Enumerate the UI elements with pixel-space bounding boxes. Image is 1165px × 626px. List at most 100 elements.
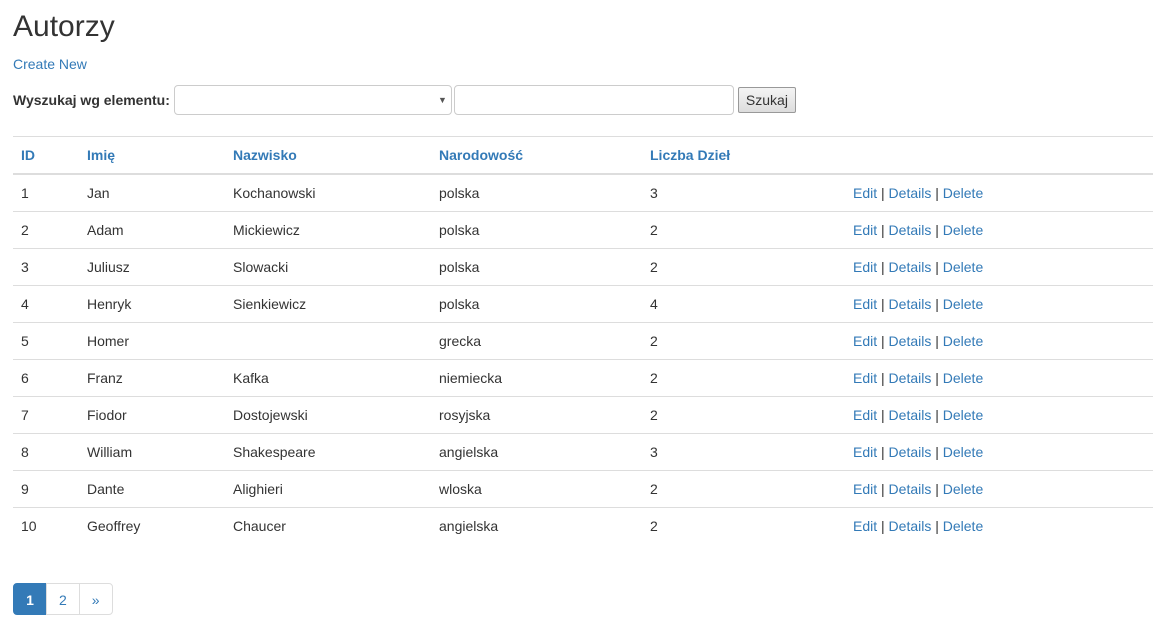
separator: | [881, 185, 885, 201]
delete-link[interactable]: Delete [943, 444, 983, 460]
details-link[interactable]: Details [889, 185, 932, 201]
table-row: 8 William Shakespeare angielska 3 Edit | Deta… [13, 433, 1153, 471]
delete-link[interactable]: Delete [943, 333, 983, 349]
delete-link[interactable]: Delete [943, 222, 983, 238]
table-row: 3 Juliusz Slowacki polska 2 Edit | Details | … [13, 248, 1153, 286]
cell-id: 5 [13, 322, 79, 360]
separator: | [935, 370, 939, 386]
delete-link[interactable]: Delete [943, 259, 983, 275]
delete-link[interactable]: Delete [943, 481, 983, 497]
edit-link[interactable]: Edit [853, 333, 877, 349]
cell-actions: Edit | Details | Delete [845, 470, 1153, 508]
sort-link-first-name[interactable]: Imię [87, 147, 115, 163]
next-page-link[interactable]: » [78, 583, 113, 615]
table-row: 10 Geoffrey Chaucer angielska 2 Edit | Detail… [13, 507, 1153, 544]
cell-works: 2 [642, 359, 845, 397]
cell-id: 6 [13, 359, 79, 397]
table-row: 6 Franz Kafka niemiecka 2 Edit | Details | De… [13, 359, 1153, 397]
edit-link[interactable]: Edit [853, 444, 877, 460]
page-title: Autorzy [13, 10, 115, 43]
edit-link[interactable]: Edit [853, 370, 877, 386]
cell-nationality: wloska [431, 470, 642, 508]
cell-id: 8 [13, 433, 79, 471]
details-link[interactable]: Details [889, 481, 932, 497]
cell-first-name: Geoffrey [79, 507, 225, 544]
separator: | [881, 407, 885, 423]
chevron-down-icon: ▼ [437, 95, 447, 105]
cell-nationality: grecka [431, 322, 642, 360]
delete-link[interactable]: Delete [943, 407, 983, 423]
details-link[interactable]: Details [889, 259, 932, 275]
edit-link[interactable]: Edit [853, 518, 877, 534]
sort-link-nationality[interactable]: Narodowość [439, 147, 523, 163]
cell-first-name: Homer [79, 322, 225, 360]
authors-table: ID Imię Nazwisko Narodowość Liczba Dzieł… [13, 136, 1153, 544]
edit-link[interactable]: Edit [853, 222, 877, 238]
details-link[interactable]: Details [889, 333, 932, 349]
cell-last-name: Dostojewski [225, 396, 431, 434]
details-link[interactable]: Details [889, 296, 932, 312]
separator: | [935, 518, 939, 534]
edit-link[interactable]: Edit [853, 259, 877, 275]
create-new-link[interactable]: Create New [13, 55, 87, 73]
cell-id: 2 [13, 211, 79, 249]
table-row: 5 Homer grecka 2 Edit | Details | Delete [13, 322, 1153, 360]
cell-works: 2 [642, 396, 845, 434]
cell-id: 1 [21, 185, 29, 201]
sort-link-id[interactable]: ID [21, 147, 35, 163]
cell-first-name: William [79, 433, 225, 471]
separator: | [935, 444, 939, 460]
cell-works: 2 [642, 322, 845, 360]
cell-first-name: Jan [87, 185, 110, 201]
delete-link[interactable]: Delete [943, 370, 983, 386]
pagination: 1 2 » [13, 583, 113, 615]
edit-link[interactable]: Edit [853, 481, 877, 497]
details-link[interactable]: Details [889, 407, 932, 423]
header-id: ID [13, 136, 79, 175]
search-input[interactable] [453, 85, 734, 115]
cell-works: 2 [642, 211, 845, 249]
sort-link-works[interactable]: Liczba Dzieł [650, 147, 730, 163]
edit-link[interactable]: Edit [853, 185, 877, 201]
cell-id: 7 [13, 396, 79, 434]
cell-last-name [225, 322, 431, 360]
delete-link[interactable]: Delete [943, 296, 983, 312]
cell-actions: Edit | Details | Delete [845, 174, 1153, 212]
search-field-select[interactable]: ▼ [173, 85, 452, 115]
page-link-2[interactable]: 2 [46, 583, 80, 615]
cell-first-name: Henryk [79, 285, 225, 323]
details-link[interactable]: Details [889, 518, 932, 534]
page: Autorzy Create New Wyszukaj wg elementu:… [0, 0, 1165, 626]
cell-last-name: Alighieri [225, 470, 431, 508]
separator: | [881, 481, 885, 497]
table-row: 7 Fiodor Dostojewski rosyjska 2 Edit | Detail… [13, 396, 1153, 434]
page-link-1[interactable]: 1 [13, 583, 47, 615]
details-link[interactable]: Details [889, 444, 932, 460]
cell-nationality: polska [431, 248, 642, 286]
delete-link[interactable]: Delete [943, 185, 983, 201]
delete-link[interactable]: Delete [943, 518, 983, 534]
details-link[interactable]: Details [889, 370, 932, 386]
table-header-row: ID Imię Nazwisko Narodowość Liczba Dzieł [13, 136, 1153, 175]
separator: | [881, 444, 885, 460]
table-row: 2 Adam Mickiewicz polska 2 Edit | Details | D… [13, 211, 1153, 249]
cell-first-name: Fiodor [79, 396, 225, 434]
cell-id: 4 [13, 285, 79, 323]
details-link[interactable]: Details [889, 222, 932, 238]
cell-works: 2 [642, 470, 845, 508]
search-button[interactable]: Szukaj [737, 87, 796, 113]
cell-nationality: polska [439, 185, 480, 201]
edit-link[interactable]: Edit [853, 407, 877, 423]
cell-first-name: Franz [79, 359, 225, 397]
separator: | [935, 333, 939, 349]
cell-actions: Edit | Details | Delete [845, 396, 1153, 434]
header-last-name: Nazwisko [225, 136, 431, 175]
cell-id: 3 [13, 248, 79, 286]
sort-link-last-name[interactable]: Nazwisko [233, 147, 297, 163]
cell-actions: Edit | Details | Delete [845, 359, 1153, 397]
edit-link[interactable]: Edit [853, 296, 877, 312]
header-actions [845, 136, 1153, 175]
cell-last-name: Chaucer [225, 507, 431, 544]
cell-nationality: niemiecka [431, 359, 642, 397]
cell-actions: Edit | Details | Delete [845, 285, 1153, 323]
